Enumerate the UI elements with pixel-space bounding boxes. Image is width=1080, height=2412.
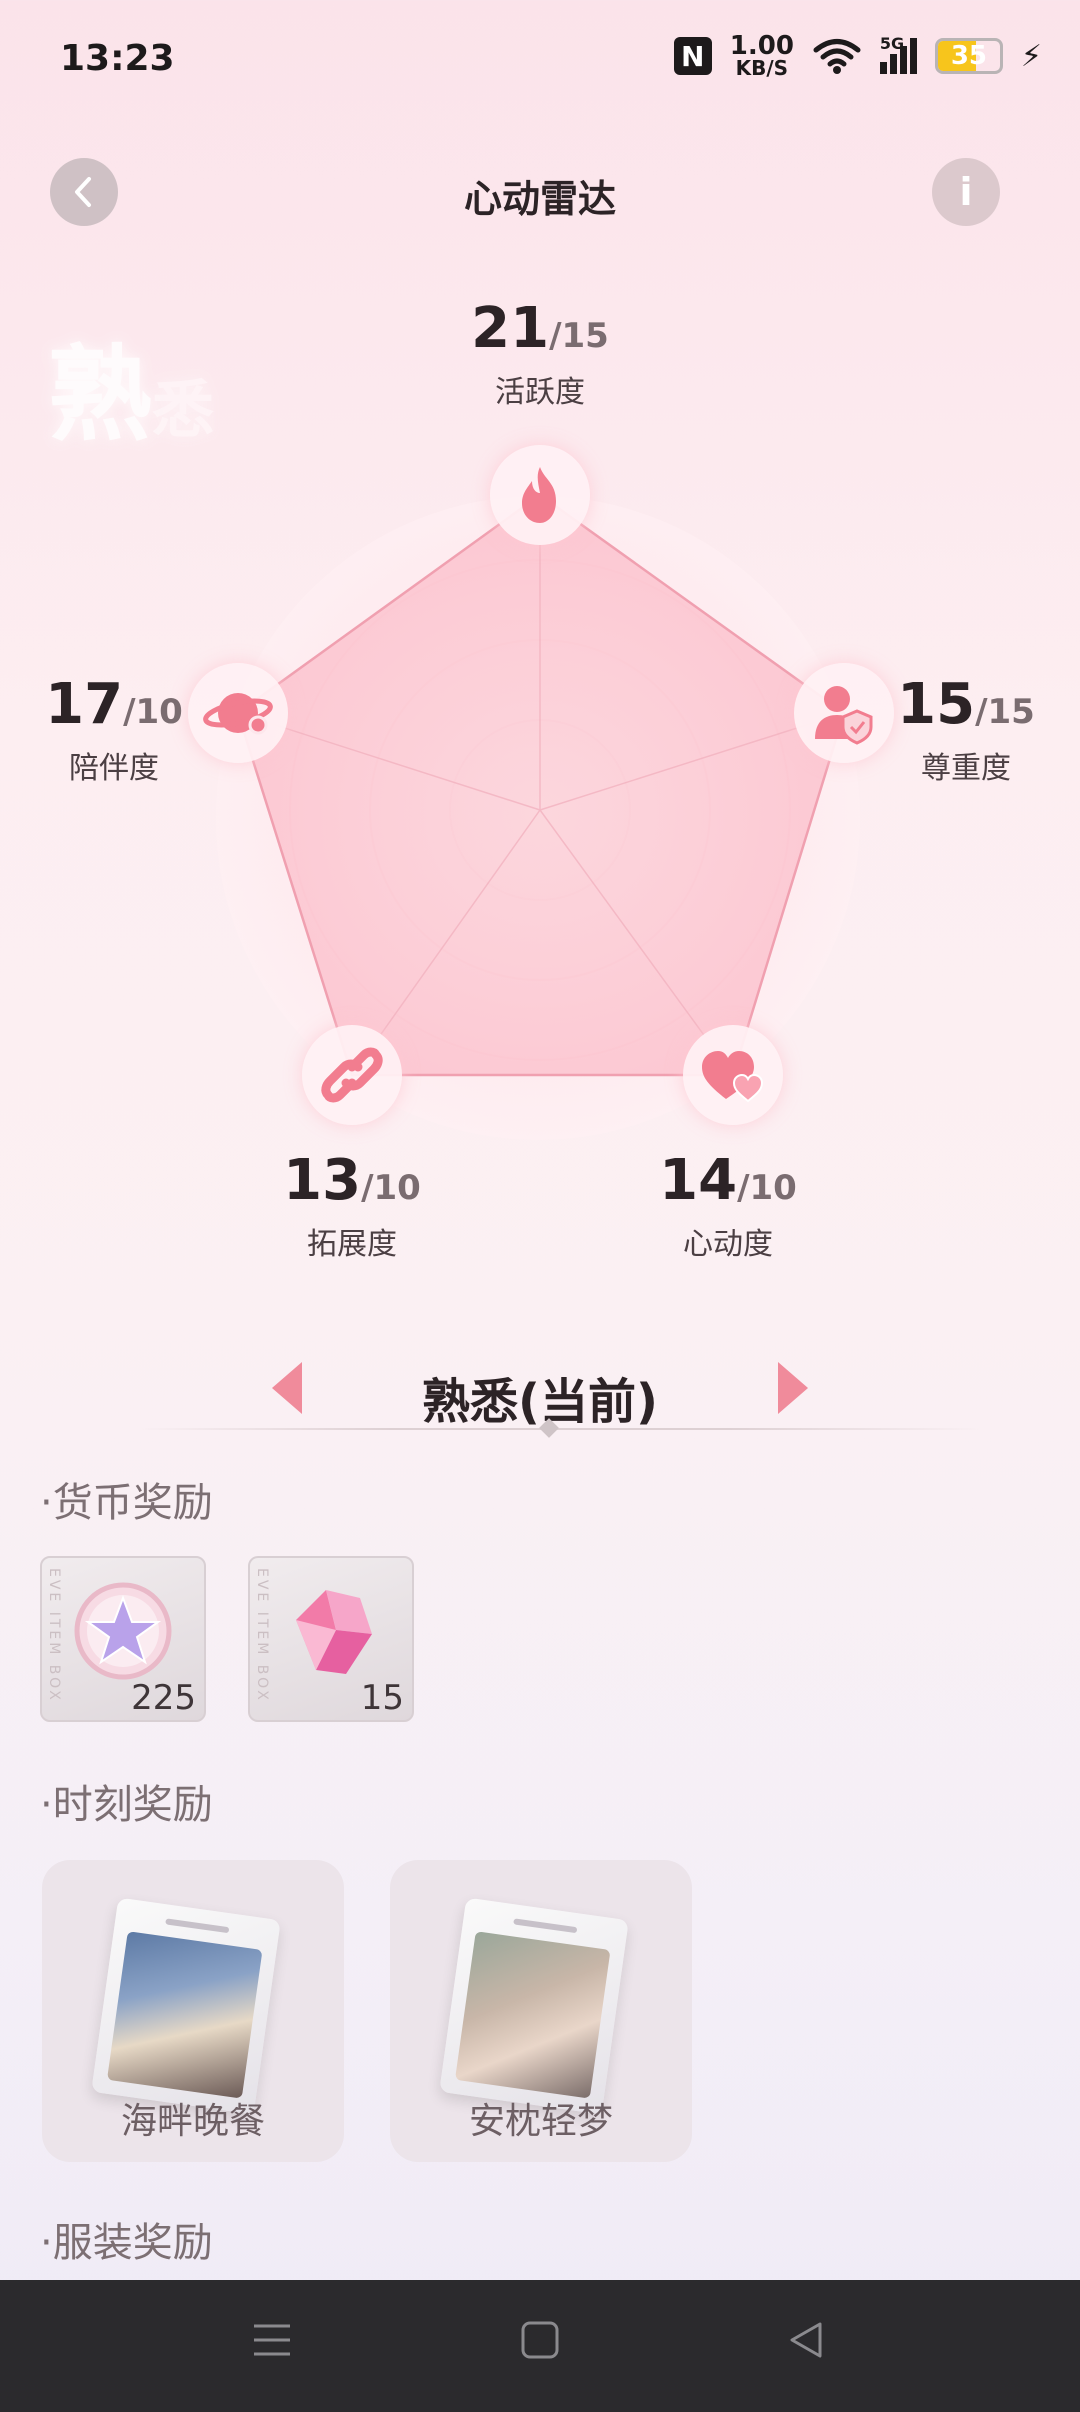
node-heartbeat[interactable] bbox=[683, 1025, 783, 1125]
stat-companion-label: 陪伴度 bbox=[69, 751, 159, 786]
moment-label: 海畔晚餐 bbox=[120, 2101, 265, 2142]
star-coin-icon bbox=[74, 1582, 172, 1680]
reward-star-coin[interactable]: EVE ITEM BOX 225 bbox=[40, 1556, 206, 1722]
stat-expansion-max: /10 bbox=[361, 1168, 421, 1208]
moment-photo bbox=[91, 1897, 281, 2115]
stat-respect-value: 15 bbox=[897, 672, 976, 737]
stat-heartbeat-value: 14 bbox=[659, 1148, 738, 1213]
stat-activity-value: 21 bbox=[471, 296, 550, 361]
link-icon bbox=[321, 1047, 383, 1103]
menu-icon[interactable] bbox=[252, 2320, 292, 2360]
moment-card-dinner[interactable]: 海畔晚餐 bbox=[42, 1860, 344, 2162]
section-moments-title: ·时刻奖励 bbox=[40, 1782, 213, 1828]
flame-icon bbox=[522, 467, 556, 523]
stat-heartbeat-max: /10 bbox=[737, 1168, 797, 1208]
stat-activity: 21/15 活跃度 bbox=[420, 296, 660, 411]
node-expansion[interactable] bbox=[302, 1025, 402, 1125]
radar-chart bbox=[236, 493, 846, 1077]
stat-expansion-value: 13 bbox=[283, 1148, 362, 1213]
stat-respect-label: 尊重度 bbox=[921, 751, 1011, 786]
section-currency-title: ·货币奖励 bbox=[40, 1480, 213, 1526]
crystal-qty: 15 bbox=[360, 1678, 404, 1718]
stat-activity-label: 活跃度 bbox=[495, 375, 585, 410]
card-deco-text: EVE ITEM BOX bbox=[46, 1568, 62, 1703]
stat-respect-max: /15 bbox=[975, 692, 1035, 732]
stat-heartbeat-label: 心动度 bbox=[683, 1227, 773, 1262]
stat-expansion: 13/10 拓展度 bbox=[232, 1148, 472, 1263]
stat-companion: 17/10 陪伴度 bbox=[0, 672, 234, 787]
stat-respect: 15/15 尊重度 bbox=[846, 672, 1080, 787]
stat-companion-value: 17 bbox=[45, 672, 124, 737]
home-icon[interactable] bbox=[520, 2320, 560, 2360]
moment-photo bbox=[439, 1897, 629, 2115]
stat-activity-max: /15 bbox=[549, 316, 609, 356]
moment-card-dream[interactable]: 安枕轻梦 bbox=[390, 1860, 692, 2162]
level-title: 熟悉(当前) bbox=[422, 1374, 658, 1430]
moment-label: 安枕轻梦 bbox=[468, 2101, 613, 2142]
stat-companion-max: /10 bbox=[123, 692, 183, 732]
card-deco-text: EVE ITEM BOX bbox=[254, 1568, 270, 1703]
hearts-icon bbox=[702, 1051, 764, 1103]
back-triangle-icon[interactable] bbox=[786, 2320, 826, 2360]
section-outfits-title: ·服装奖励 bbox=[40, 2220, 213, 2266]
next-level-button[interactable] bbox=[778, 1362, 808, 1414]
stat-heartbeat: 14/10 心动度 bbox=[608, 1148, 848, 1263]
crystal-icon bbox=[296, 1590, 372, 1674]
stat-expansion-label: 拓展度 bbox=[307, 1227, 397, 1262]
star-coin-qty: 225 bbox=[131, 1678, 196, 1718]
level-divider bbox=[140, 1428, 980, 1430]
reward-pink-crystal[interactable]: EVE ITEM BOX 15 bbox=[248, 1556, 414, 1722]
node-activity[interactable] bbox=[490, 445, 590, 545]
radar-polygon bbox=[236, 493, 846, 1077]
